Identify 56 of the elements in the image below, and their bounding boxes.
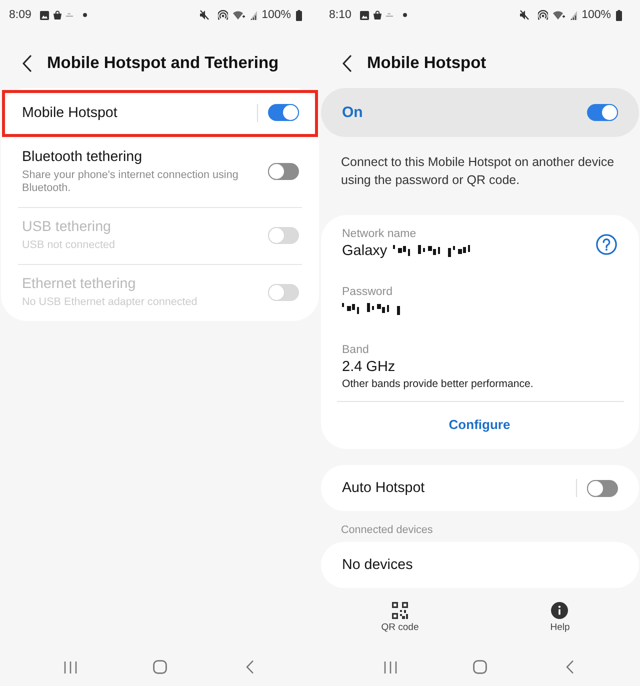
help-button[interactable]: Help xyxy=(550,602,570,635)
recent-apps-icon[interactable] xyxy=(384,660,396,674)
field-label: Network name xyxy=(342,227,418,241)
battery-percentage: 100% xyxy=(582,8,611,22)
screen-title: Mobile Hotspot and Tethering xyxy=(47,53,279,74)
status-time: 8:09 xyxy=(9,8,32,22)
hotspot-icon xyxy=(538,10,548,20)
battery-percentage: 100% xyxy=(262,8,291,22)
home-icon[interactable] xyxy=(153,660,167,674)
screen-title: Mobile Hotspot xyxy=(367,53,486,74)
shopping-bag-icon xyxy=(373,10,382,20)
image-icon xyxy=(360,10,370,20)
setting-title: Bluetooth tethering xyxy=(22,148,144,166)
battery-icon xyxy=(296,10,302,20)
section-heading: Connected devices xyxy=(341,523,434,537)
setting-title: Ethernet tethering xyxy=(22,275,137,293)
toggle-switch[interactable] xyxy=(268,104,299,121)
setting-description: Share your phone's internet connection using Bluetooth. xyxy=(22,169,240,195)
notification-dot-icon xyxy=(83,13,88,17)
small-bar-icon xyxy=(66,13,74,17)
field-value: 2.4 GHz xyxy=(342,358,396,377)
home-icon[interactable] xyxy=(473,660,487,674)
toggle-switch[interactable] xyxy=(587,480,618,496)
back-icon[interactable] xyxy=(22,54,32,72)
mute-icon xyxy=(200,10,209,20)
mute-icon xyxy=(520,10,529,20)
description-text: Connect to this Mobile Hotspot on another device using the password or QR code. xyxy=(341,154,616,189)
recent-apps-icon[interactable] xyxy=(64,660,76,674)
notification-dot-icon xyxy=(403,13,408,17)
status-time: 8:10 xyxy=(329,8,352,22)
toggle-switch[interactable] xyxy=(268,163,299,180)
field-note: Other bands provide better performance. xyxy=(342,377,534,391)
switch-label: On xyxy=(342,102,364,122)
back-icon[interactable] xyxy=(342,54,352,72)
setting-title: Mobile Hotspot xyxy=(22,104,118,122)
setting-title: Auto Hotspot xyxy=(342,479,426,497)
hotspot-icon xyxy=(218,10,228,20)
wifi-icon xyxy=(232,10,245,20)
toggle-switch[interactable] xyxy=(587,104,618,121)
image-icon xyxy=(40,10,50,20)
field-label: Band xyxy=(342,343,370,357)
configure-button[interactable]: Configure xyxy=(342,402,617,446)
help-icon[interactable] xyxy=(596,234,617,254)
empty-list-text: No devices xyxy=(342,556,414,574)
wifi-icon xyxy=(552,10,565,20)
shopping-bag-icon xyxy=(53,10,62,20)
qr-code-icon xyxy=(392,602,408,619)
field-value: Galaxy xyxy=(342,242,388,261)
signal-icon xyxy=(570,10,577,20)
battery-icon xyxy=(616,10,622,20)
qr-code-button[interactable]: QR code xyxy=(381,602,419,635)
setting-title: USB tethering xyxy=(22,218,112,236)
info-icon xyxy=(551,602,568,619)
small-bar-icon xyxy=(386,13,394,17)
field-label: Password xyxy=(342,285,394,299)
signal-icon xyxy=(250,10,257,20)
